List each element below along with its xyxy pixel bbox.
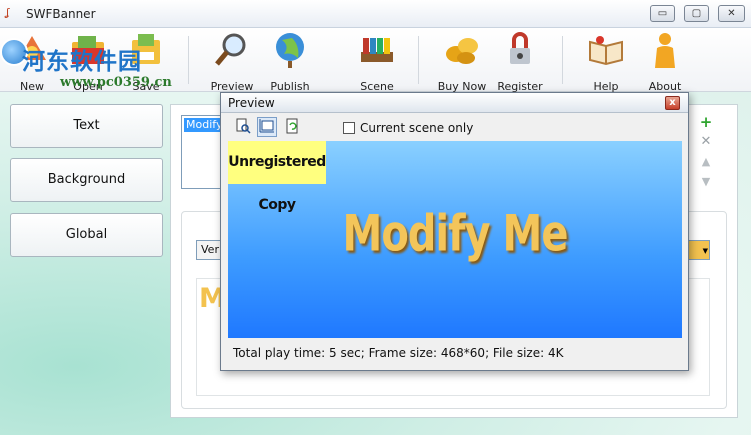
watermark-text: 河东软件园 <box>22 49 142 75</box>
chevron-down-icon: ▼ <box>702 247 708 255</box>
move-down-icon[interactable]: ▼ <box>697 173 715 191</box>
coins-icon <box>446 38 478 64</box>
unregistered-badge: Unregistered Copy <box>228 141 326 213</box>
app-icon: ʆ <box>6 6 10 19</box>
list-item[interactable]: Modify <box>184 118 224 132</box>
preview-canvas: Unregistered Copy Modify Me <box>228 141 682 338</box>
scene-button[interactable]: Scene <box>349 30 405 93</box>
current-scene-checkbox[interactable] <box>343 122 355 134</box>
banner-text: Modify Me <box>342 205 569 263</box>
current-scene-label: Current scene only <box>360 121 474 135</box>
person-icon <box>655 33 675 68</box>
preview-toolbar: Current scene only <box>221 114 688 140</box>
refresh-icon[interactable] <box>282 117 302 137</box>
maximize-button[interactable]: ▢ <box>684 5 709 22</box>
publish-button[interactable]: Publish <box>262 30 318 93</box>
lock-icon <box>510 32 530 64</box>
watermark-url: www.pc0359.cn <box>60 75 172 90</box>
title-bar: ʆ SWFBanner ▭ ▢ ✕ <box>0 0 751 28</box>
preview-title: Preview <box>228 96 275 110</box>
edit-tools: + ✕ ▲ ▼ <box>697 113 715 193</box>
zoom-page-icon[interactable] <box>233 117 253 137</box>
sidebar-item-text[interactable]: Text <box>10 104 163 148</box>
register-button[interactable]: Register <box>492 30 548 93</box>
open-book-icon <box>589 36 623 66</box>
fit-frame-icon[interactable] <box>257 117 277 137</box>
minimize-button[interactable]: ▭ <box>650 5 675 22</box>
toolbar-separator <box>188 36 189 84</box>
preview-title-bar: Preview x <box>221 93 688 113</box>
close-button[interactable]: ✕ <box>718 5 745 22</box>
toolbar-separator <box>562 36 563 84</box>
help-button[interactable]: Help <box>578 30 634 93</box>
about-button[interactable]: About <box>637 30 693 93</box>
main-toolbar: New Open Save Preview Publish Scene Buy … <box>0 28 751 93</box>
books-icon <box>361 38 393 62</box>
add-icon[interactable]: + <box>697 113 715 131</box>
preview-button[interactable]: Preview <box>204 30 260 93</box>
sidebar-item-background[interactable]: Background <box>10 158 163 202</box>
preview-status: Total play time: 5 sec; Frame size: 468*… <box>233 346 564 360</box>
magnifier-icon <box>215 33 246 66</box>
preview-close-button[interactable]: x <box>665 96 680 110</box>
window-title: SWFBanner <box>26 7 96 21</box>
move-up-icon[interactable]: ▲ <box>697 153 715 171</box>
globe-icon <box>276 33 304 68</box>
toolbar-separator <box>418 36 419 84</box>
preview-dialog: Preview x Current scene only Unregistere… <box>220 92 689 371</box>
sidebar-item-global[interactable]: Global <box>10 213 163 257</box>
buy-now-button[interactable]: Buy Now <box>434 30 490 93</box>
delete-icon[interactable]: ✕ <box>697 133 715 151</box>
